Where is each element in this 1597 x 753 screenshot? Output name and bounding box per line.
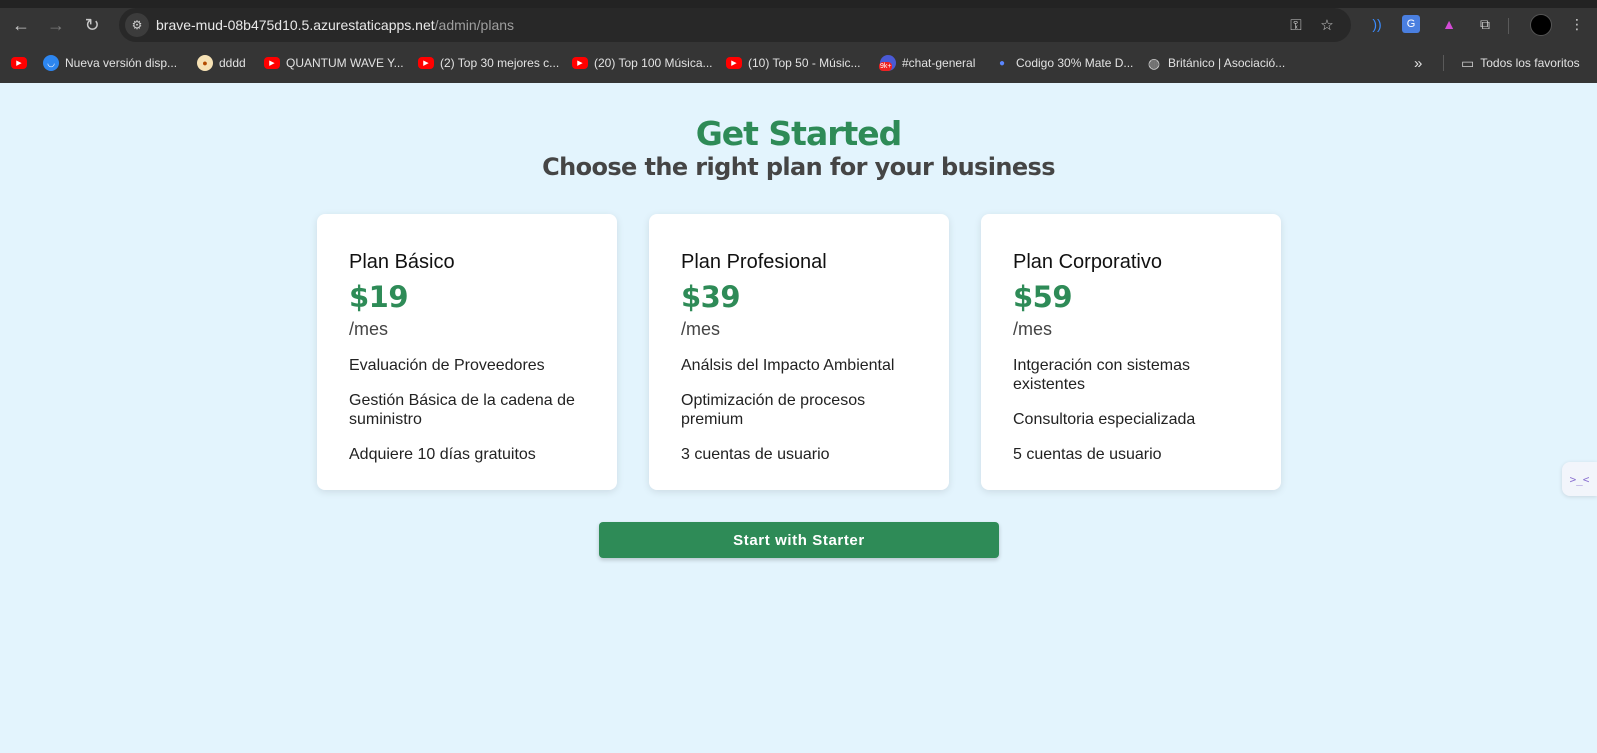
youtube-icon: ▶ — [726, 57, 742, 69]
folder-icon: ▭ — [1461, 54, 1475, 71]
bookmark-label: (10) Top 50 - Músic... — [748, 56, 861, 70]
tab-strip — [0, 0, 1597, 8]
plan-feature: 3 cuentas de usuario — [681, 446, 830, 463]
plan-feature: Adquiere 10 días gratuitos — [349, 446, 536, 463]
all-bookmarks-label: Todos los favoritos — [1480, 56, 1580, 70]
egg-icon: ● — [197, 55, 213, 71]
side-panel-tab[interactable]: >_< — [1562, 462, 1597, 496]
translate-extension-icon[interactable]: G — [1402, 15, 1420, 33]
plans-page: Get Started Choose the right plan for yo… — [0, 83, 1597, 753]
site-info-icon[interactable]: ⚙ — [125, 13, 149, 37]
plan-name: Plan Corporativo — [1013, 251, 1162, 273]
plan-feature: Optimización de procesos premium — [681, 392, 866, 428]
address-bar[interactable]: ⚙ brave-mud-08b475d10.5.azurestaticapps.… — [119, 8, 1351, 42]
bookmark-label: Codigo 30% Mate D... — [1016, 56, 1134, 70]
bookmark-label: Nueva versión disp... — [65, 56, 178, 70]
bookmarks-bar: ▶ ◡ Nueva versión disp... ● dddd ▶ QUANTUM … — [0, 50, 1597, 76]
url-path: /admin/plans — [434, 17, 515, 33]
bookmark-item[interactable]: ▶ (10) Top 50 - Músic... — [726, 53, 861, 73]
forward-arrow-icon[interactable]: → — [42, 11, 70, 39]
bookmark-label: Británico | Asociació... — [1168, 56, 1286, 70]
start-with-starter-button[interactable]: Start with Starter — [599, 522, 999, 558]
bookmark-item[interactable]: ▶ — [11, 53, 27, 73]
dot-icon: ● — [998, 57, 1006, 69]
plan-period: /mes — [349, 319, 389, 339]
plan-period: /mes — [681, 319, 721, 339]
all-bookmarks-folder[interactable]: ▭ Todos los favoritos — [1461, 53, 1580, 73]
plan-card-corporativo[interactable]: Plan Corporativo $59 /mes Intgeración co… — [981, 214, 1281, 490]
youtube-icon: ▶ — [264, 57, 280, 69]
bookmark-item[interactable]: ● Codigo 30% Mate D... — [994, 53, 1133, 73]
globe-icon: ◍ — [1147, 54, 1161, 71]
back-arrow-icon[interactable]: ← — [7, 11, 35, 39]
plan-price: $19 — [349, 280, 409, 314]
reload-icon[interactable]: ↻ — [78, 11, 106, 39]
plan-feature: Gestión Básica de la cadena de suministr… — [349, 392, 575, 428]
page-subtitle: Choose the right plan for your business — [542, 153, 1055, 181]
youtube-icon: ▶ — [11, 57, 27, 69]
plan-period: /mes — [1013, 319, 1053, 339]
plan-feature: Análsis del Impacto Ambiental — [681, 357, 895, 374]
profile-avatar[interactable] — [1530, 14, 1552, 36]
notification-badge: 9k+ — [879, 62, 893, 71]
youtube-icon: ▶ — [418, 57, 434, 69]
browser-chrome: ← → ↻ ⚙ brave-mud-08b475d10.5.azurestati… — [0, 0, 1597, 83]
bookmark-label: dddd — [219, 56, 246, 70]
chat-icon: 9k+ — [879, 55, 896, 71]
plan-card-basico[interactable]: Plan Básico $19 /mes Evaluación de Prove… — [317, 214, 617, 490]
plan-name: Plan Básico — [349, 251, 455, 273]
shield-icon: ◡ — [43, 55, 59, 71]
bookmarks-overflow-button[interactable]: » — [1414, 53, 1422, 73]
plan-price: $59 — [1013, 280, 1073, 314]
bookmark-item[interactable]: ● dddd — [197, 53, 246, 73]
bookmark-item[interactable]: ◡ Nueva versión disp... — [43, 53, 177, 73]
bookmark-label: (20) Top 100 Música... — [594, 56, 713, 70]
bookmark-item[interactable]: ▶ QUANTUM WAVE Y... — [264, 53, 404, 73]
bookmark-star-icon[interactable]: ☆ — [1317, 15, 1337, 35]
url-text[interactable]: brave-mud-08b475d10.5.azurestaticapps.ne… — [156, 17, 514, 33]
bookmark-label: #chat-general — [902, 56, 976, 70]
puzzle-extensions-icon[interactable]: ⧉ — [1474, 13, 1496, 35]
plan-card-profesional[interactable]: Plan Profesional $39 /mes Análsis del Im… — [649, 214, 949, 490]
plan-feature: 5 cuentas de usuario — [1013, 446, 1162, 463]
plan-features: Intgeración con sistemas existentes Cons… — [1013, 356, 1253, 480]
bookmark-item[interactable]: ▶ (20) Top 100 Música... — [572, 53, 713, 73]
bookmark-label: (2) Top 30 mejores c... — [440, 56, 560, 70]
wifi-extension-icon[interactable]: )) — [1366, 13, 1388, 35]
password-key-icon[interactable]: ⚿ — [1286, 15, 1306, 35]
plan-feature: Intgeración con sistemas existentes — [1013, 357, 1190, 393]
url-host: brave-mud-08b475d10.5.azurestaticapps.ne… — [156, 17, 435, 33]
browser-toolbar: ← → ↻ ⚙ brave-mud-08b475d10.5.azurestati… — [0, 8, 1597, 42]
angular-extension-icon[interactable]: ▲ — [1438, 13, 1460, 35]
plan-features: Evaluación de Proveedores Gestión Básica… — [349, 356, 589, 480]
youtube-icon: ▶ — [572, 57, 588, 69]
bookmark-item[interactable]: 9k+ #chat-general — [879, 53, 976, 73]
plan-name: Plan Profesional — [681, 251, 827, 273]
page-title: Get Started — [695, 114, 903, 153]
bookmarks-divider — [1443, 55, 1444, 71]
bookmark-label: QUANTUM WAVE Y... — [286, 56, 404, 70]
menu-kebab-icon[interactable]: ⋮ — [1566, 13, 1588, 35]
plan-feature: Evaluación de Proveedores — [349, 357, 545, 374]
plan-price: $39 — [681, 280, 741, 314]
plan-feature: Consultoria especializada — [1013, 411, 1196, 428]
bookmark-item[interactable]: ▶ (2) Top 30 mejores c... — [418, 53, 559, 73]
bookmark-item[interactable]: ◍ Británico | Asociació... — [1146, 53, 1285, 73]
toolbar-divider — [1508, 18, 1509, 34]
plan-features: Análsis del Impacto Ambiental Optimizaci… — [681, 356, 921, 480]
